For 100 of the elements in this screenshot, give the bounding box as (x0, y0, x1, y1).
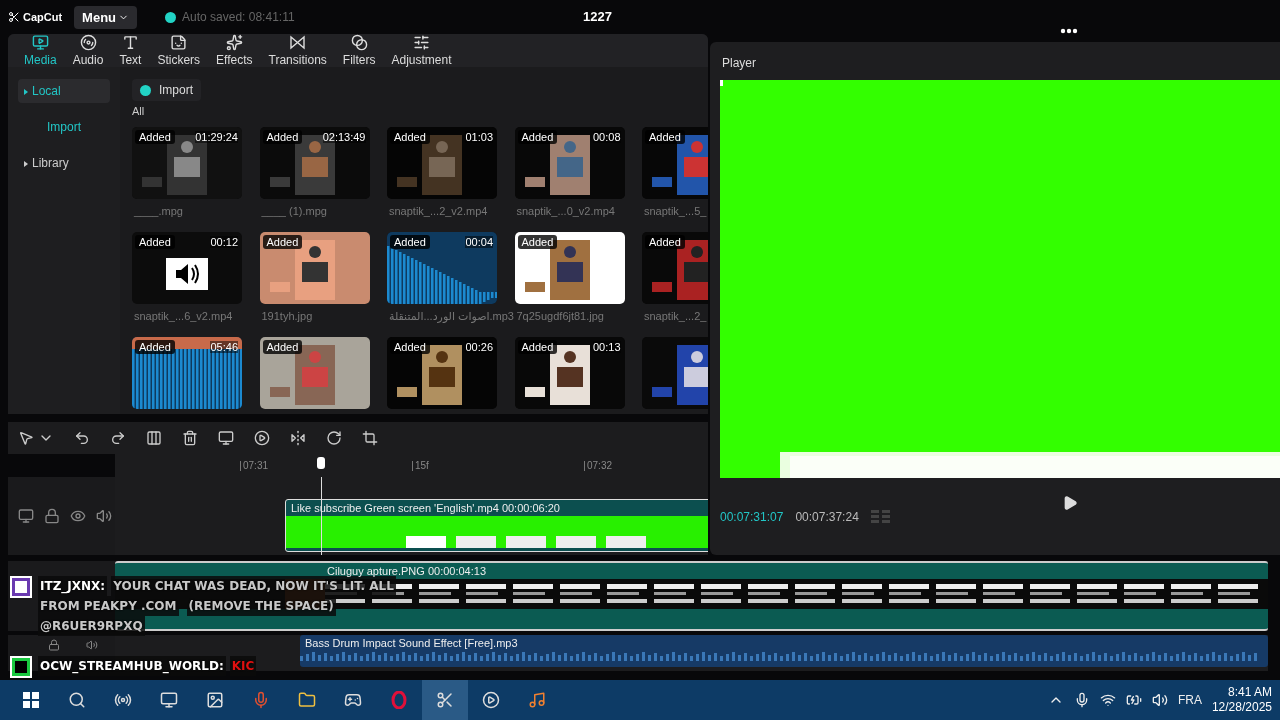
ruler-label: 07:32 (584, 459, 613, 471)
filter-label[interactable]: All (132, 105, 708, 117)
media-thumbnail[interactable]: Added 00:12 (132, 232, 242, 304)
file-name: 191tyh.jpg (260, 310, 313, 322)
sidebar-item[interactable]: Library (18, 151, 110, 175)
sidebar-item[interactable]: Import (18, 115, 110, 139)
media-thumbnail[interactable]: Added (642, 127, 708, 199)
media-thumbnail[interactable]: Added (259, 337, 370, 409)
volume-icon[interactable] (96, 508, 112, 525)
added-badge: Added (390, 235, 430, 249)
duration-label: 00:08 (592, 131, 621, 143)
media-thumbnail[interactable]: Added (642, 232, 708, 304)
mirror-icon[interactable] (290, 429, 306, 446)
duration-label: 01:03 (465, 131, 493, 143)
panel-tab[interactable]: Transitions (260, 34, 335, 67)
panel-tab[interactable]: Filters (334, 34, 384, 67)
ruler-label: 07:31 (240, 459, 269, 471)
clock[interactable]: 8:41 AM 12/28/2025 (1211, 685, 1272, 715)
wifi-icon[interactable] (1099, 692, 1116, 708)
import-button[interactable]: Import (132, 79, 201, 101)
added-badge: Added (262, 235, 303, 249)
pointer-icon[interactable] (18, 429, 34, 446)
split-icon[interactable] (146, 429, 162, 446)
media-thumbnail[interactable]: Added 00:08 (514, 127, 625, 199)
added-badge: Added (645, 130, 685, 144)
media-thumbnail[interactable]: Added (259, 232, 370, 304)
chat-username: ITZ_JXNX: (38, 576, 108, 596)
added-badge: Added (135, 235, 175, 249)
audio-clip[interactable]: Bass Drum Impact Sound Effect [Free].mp3 (300, 635, 1268, 667)
panel-tab[interactable]: Adjustment (383, 34, 460, 67)
playhead-icon[interactable] (316, 455, 326, 470)
bowtie-icon (289, 34, 307, 51)
media-thumbnail[interactable]: Added (514, 232, 625, 304)
added-badge: Added (390, 130, 430, 144)
delete-icon[interactable] (182, 429, 198, 446)
more-icon[interactable] (1060, 28, 1078, 34)
file-name: ____.mpg (133, 205, 183, 217)
panel-tab[interactable]: Audio (64, 34, 112, 67)
panel-tab[interactable]: Media (16, 34, 65, 67)
text-icon (121, 34, 139, 51)
audio-icon (79, 34, 97, 51)
media-thumbnail[interactable]: Added 05:46 (132, 337, 242, 409)
volume-icon[interactable] (1151, 692, 1168, 708)
play-circle-icon[interactable] (254, 429, 270, 446)
duration-label: 02:13:49 (322, 131, 366, 143)
lock-icon[interactable] (44, 508, 60, 525)
redo-icon[interactable] (110, 429, 126, 446)
clip-label: Bass Drum Impact Sound Effect [Free].mp3 (304, 636, 519, 651)
lock-icon[interactable] (48, 639, 60, 651)
chat-message: YOUR CHAT WAS DEAD, NOW IT'S LIT. ALL (111, 576, 396, 596)
undo-icon[interactable] (74, 429, 90, 446)
file-name: اصوات الورد...المتنقلة.mp3 (388, 310, 514, 323)
media-thumbnail[interactable]: Added 00:26 (387, 337, 497, 409)
media-thumbnail[interactable]: Added 01:03 (387, 127, 497, 199)
crop-icon[interactable] (362, 429, 378, 446)
monitor-icon (160, 691, 178, 709)
chat-avatar-icon (10, 576, 32, 598)
chat-username: OCW_STREAMHUB_WORLD: (38, 656, 226, 676)
added-badge: Added (135, 340, 175, 354)
added-badge: Added (645, 235, 685, 249)
added-badge: Added (517, 130, 558, 144)
file-name: ____ (1).mpg (260, 205, 327, 217)
file-name: snaptik_...5_ (643, 205, 707, 217)
sticker-icon (170, 34, 188, 51)
duration-label: 01:29:24 (195, 131, 238, 143)
added-badge: Added (390, 340, 430, 354)
menu-button[interactable]: Menu (74, 5, 138, 29)
panel-tab[interactable]: Stickers (149, 34, 209, 67)
sidebar-item[interactable]: Local (18, 79, 110, 103)
media-thumbnail[interactable]: Added 00:13 (514, 337, 625, 409)
image-icon (206, 691, 224, 709)
panel-tab[interactable]: Effects (208, 34, 261, 67)
play-button[interactable] (1062, 495, 1078, 511)
panel-tab[interactable]: Text (111, 34, 150, 67)
project-title: 1227 (583, 9, 612, 24)
media-icon (31, 34, 49, 51)
battery-icon[interactable] (1125, 692, 1142, 708)
music-icon (528, 691, 546, 709)
media-thumbnail[interactable]: Added 00:04 (387, 232, 497, 304)
clip-label: Ciluguy apture.PNG 00:00:04:13 (326, 564, 487, 579)
cover-icon[interactable] (18, 508, 34, 525)
volume-icon[interactable] (86, 639, 98, 651)
duration-label: 00:12 (210, 236, 238, 248)
folder-icon (298, 691, 316, 709)
current-time: 00:07:31:07 (720, 509, 784, 524)
added-badge: Added (517, 340, 558, 354)
chat-avatar-icon (10, 656, 32, 678)
ruler-label: 15f (412, 459, 429, 471)
added-badge: Added (135, 130, 175, 144)
duration-label: 00:26 (465, 341, 493, 353)
added-badge: Added (517, 235, 558, 249)
language-indicator[interactable]: FRA (1177, 693, 1202, 707)
microphone-icon (252, 691, 270, 709)
file-name: 7q25ugdf6jt81.jpg (515, 310, 604, 322)
chat-message: (REMOVE THE SPACE) (186, 596, 336, 616)
autosave-status: Auto saved: 08:41:11 (182, 10, 295, 24)
added-badge: Added (262, 130, 303, 144)
rotate-icon[interactable] (326, 429, 342, 446)
taskbar-app[interactable] (422, 680, 468, 720)
sliders-icon (413, 34, 430, 51)
